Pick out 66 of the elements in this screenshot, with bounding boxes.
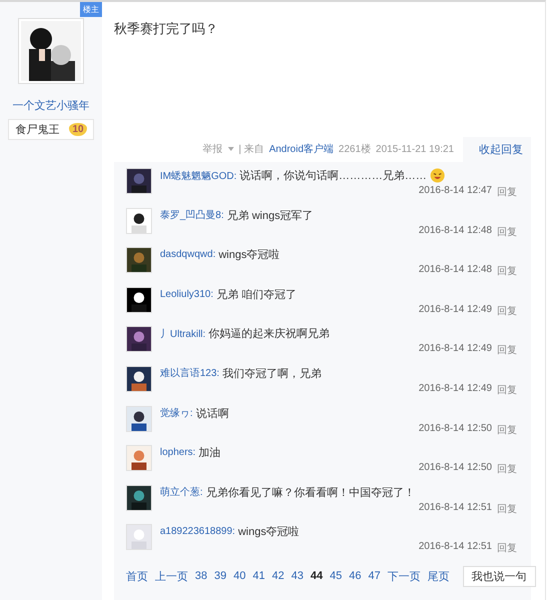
reply-text: 兄弟你看见了嘛？你看看啊！中国夺冠了！ [206,486,415,500]
floor-number: 2261楼 [338,142,371,156]
reply-time: 2016-8-14 12:50 [418,422,492,436]
reply-time: 2016-8-14 12:48 [418,224,492,238]
page-link[interactable]: 38 [195,570,208,582]
reply-link[interactable]: 回复 [497,264,517,278]
post-text: 秋季赛打完了吗？ [114,20,219,38]
reply-username-link[interactable]: dasdqwqwd: [160,249,216,260]
reply-time: 2016-8-14 12:48 [418,264,492,278]
page-link[interactable]: 45 [330,570,342,582]
reply-button[interactable]: 我也说一句 [462,566,536,587]
reply-username-link[interactable]: lophers: [160,447,196,458]
reply-time: 2016-8-14 12:49 [418,304,492,317]
report-link[interactable]: 举报 [202,142,223,156]
reply-text: 说话啊，你说句话啊…………兄弟…… [240,169,427,183]
reply-link[interactable]: 回复 [497,382,517,397]
page-link[interactable]: 47 [368,570,380,582]
author-badge: 楼主 [80,2,102,17]
level-badge: 10 [69,123,87,136]
page-link[interactable]: 下一页 [388,568,420,584]
reply-text: wings夺冠啦 [218,248,280,262]
page-link[interactable]: 40 [234,570,246,582]
reply-time: 2016-8-14 12:49 [418,382,492,396]
reply-time: 2016-8-14 12:51 [418,502,492,515]
reply-username-link[interactable]: 萌立个葱: [160,485,203,500]
post-time: 2015-11-21 19:21 [376,144,454,154]
reply-link[interactable]: 回复 [497,541,517,556]
page-link[interactable]: 46 [349,570,362,582]
page-link[interactable]: 41 [252,570,265,582]
reply-username-link[interactable]: 难以言语123: [160,366,220,380]
reply-link[interactable]: 回复 [497,224,517,239]
source-link[interactable]: Android客户端 [269,142,334,156]
reply-username-link[interactable]: 泰罗_凹凸曼8: [160,208,224,222]
reply-text: 我们夺冠了啊，兄弟 [222,366,322,381]
reply-link[interactable]: 回复 [497,462,517,476]
reply-link[interactable]: 回复 [497,422,517,437]
reply-text: wings夺冠啦 [238,525,300,540]
username-link[interactable]: 一个文艺小骚年 [12,98,90,113]
page-link[interactable]: 42 [272,570,284,582]
page-link[interactable]: 尾页 [428,568,450,584]
page-link[interactable]: 上一页 [155,568,188,584]
reply-link[interactable]: 回复 [497,304,517,318]
current-page[interactable]: 44 [310,570,323,582]
reply-username-link[interactable]: 丿Ultrakill: [160,326,206,341]
collapse-replies-tab[interactable]: 收起回复 [463,136,531,162]
page-link[interactable]: 43 [291,570,304,582]
reply-time: 2016-8-14 12:50 [418,462,492,476]
reply-link[interactable]: 回复 [497,343,517,358]
reply-link[interactable]: 回复 [497,185,517,199]
reply-time: 2016-8-14 12:51 [418,541,492,554]
source-prefix: | 来自 [238,142,264,156]
reply-text: 说话啊 [196,406,229,421]
reply-text: 加油 [198,446,221,460]
reply-text: 你妈逼的起来庆祝啊兄弟 [208,326,330,342]
reply-username-link[interactable]: 觉缘ヮ: [160,406,193,420]
page-link[interactable]: 39 [214,570,226,582]
user-title: 食尸鬼王 [15,123,60,137]
reply-text: 兄弟 wings冠军了 [226,208,314,223]
reply-username-link[interactable]: Leoliuly310: [160,288,214,300]
reply-link[interactable]: 回复 [497,502,517,516]
page-link[interactable]: 首页 [126,568,148,584]
reply-time: 2016-8-14 12:49 [418,343,492,356]
reply-username-link[interactable]: a189223618899: [160,526,236,538]
reply-text: 兄弟 咱们夺冠了 [216,288,296,302]
reply-time: 2016-8-14 12:47 [418,185,492,198]
reply-username-link[interactable]: IM蟋魅魍魉GOD: [160,168,237,182]
